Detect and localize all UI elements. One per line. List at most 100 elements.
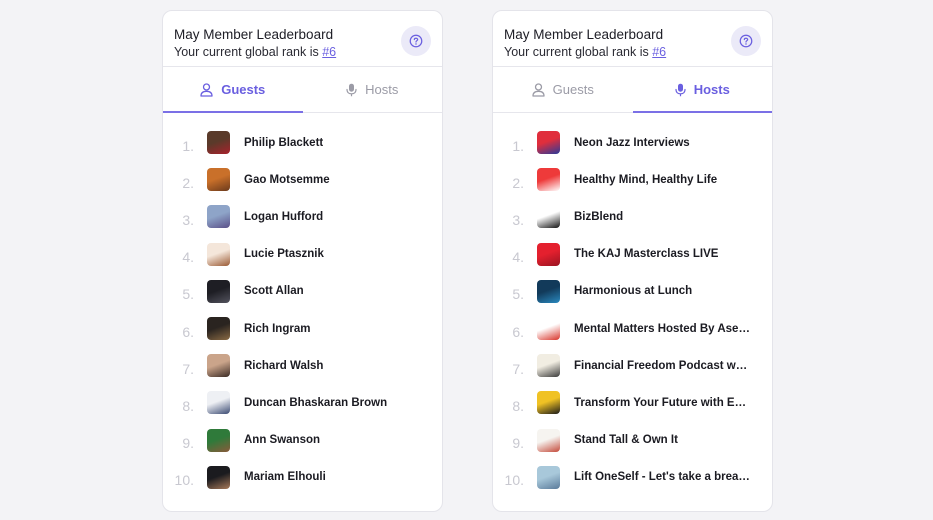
leaderboard-card-hosts: May Member Leaderboard Your current glob… xyxy=(492,10,773,512)
member-name: Neon Jazz Interviews xyxy=(574,136,690,149)
avatar xyxy=(207,168,230,192)
question-circle-icon xyxy=(409,34,423,48)
leaderboard-row[interactable]: 10. Lift OneSelf - Let's take a breath ..… xyxy=(493,459,772,496)
member-name: The KAJ Masterclass LIVE xyxy=(574,248,719,261)
member-name: Ann Swanson xyxy=(244,434,321,447)
tab-bar: Guests Hosts xyxy=(163,67,442,113)
rank-number: 5. xyxy=(512,286,524,303)
avatar xyxy=(207,465,230,489)
leaderboard-row[interactable]: 9. Ann Swanson xyxy=(163,422,442,459)
leaderboard-row[interactable]: 5. Scott Allan xyxy=(163,273,442,310)
help-button[interactable] xyxy=(731,26,761,56)
member-name: BizBlend xyxy=(574,210,624,223)
rank-number: 3. xyxy=(512,211,524,228)
member-name: Lift OneSelf - Let's take a breath ... xyxy=(574,471,750,484)
tab-bar: Guests Hosts xyxy=(493,67,772,113)
rank-number: 5. xyxy=(182,286,194,303)
rank-number: 2. xyxy=(512,174,524,191)
avatar xyxy=(537,317,560,341)
avatar xyxy=(207,131,230,155)
avatar xyxy=(537,391,560,415)
avatar xyxy=(207,391,230,415)
rank-number: 4. xyxy=(182,249,194,266)
rank-number: 8. xyxy=(182,397,194,414)
rank-number: 1. xyxy=(512,137,524,154)
member-name: Financial Freedom Podcast with ... xyxy=(574,359,750,372)
rank-link[interactable]: #6 xyxy=(652,45,666,59)
rank-number: 3. xyxy=(182,211,194,228)
leaderboard-row[interactable]: 7. Richard Walsh xyxy=(163,347,442,384)
tab-guests-label: Guests xyxy=(552,82,594,97)
avatar xyxy=(537,465,560,489)
member-name: Harmonious at Lunch xyxy=(574,285,693,298)
leaderboard-row[interactable]: 3. Logan Hufford xyxy=(163,198,442,235)
avatar xyxy=(537,168,560,192)
tab-guests-label: Guests xyxy=(221,82,266,97)
avatar xyxy=(537,131,560,155)
leaderboard-row[interactable]: 6. Rich Ingram xyxy=(163,310,442,347)
help-button[interactable] xyxy=(401,26,431,56)
rank-number: 6. xyxy=(512,323,524,340)
rank-subtitle-text: Your current global rank is xyxy=(174,45,323,59)
avatar xyxy=(207,354,230,378)
leaderboard-row[interactable]: 5. Harmonious at Lunch xyxy=(493,273,772,310)
avatar xyxy=(207,428,230,452)
user-icon xyxy=(200,82,213,97)
member-name: Stand Tall & Own It xyxy=(574,434,678,447)
leaderboard-row[interactable]: 4. Lucie Ptasznik xyxy=(163,236,442,273)
tab-hosts-label: Hosts xyxy=(365,82,399,97)
avatar xyxy=(207,317,230,341)
tab-guests[interactable]: Guests xyxy=(493,67,633,112)
tab-guests[interactable]: Guests xyxy=(163,67,303,113)
leaderboard-row[interactable]: 1. Philip Blackett xyxy=(163,124,442,161)
leaderboard-row[interactable]: 10. Mariam Elhouli xyxy=(163,459,442,496)
member-name: Healthy Mind, Healthy Life xyxy=(574,173,718,186)
leaderboard-row[interactable]: 3. BizBlend xyxy=(493,198,772,235)
tab-hosts[interactable]: Hosts xyxy=(303,67,443,112)
question-circle-icon xyxy=(739,34,753,48)
rank-subtitle-text: Your current global rank is xyxy=(504,45,653,59)
leaderboard-row[interactable]: 7. Financial Freedom Podcast with ... xyxy=(493,347,772,384)
user-icon xyxy=(532,82,545,97)
rank-number: 7. xyxy=(182,360,194,377)
leaderboard-row[interactable]: 1. Neon Jazz Interviews xyxy=(493,124,772,161)
member-name: Richard Walsh xyxy=(244,359,324,372)
leaderboard-card-guests: May Member Leaderboard Your current glob… xyxy=(162,10,443,512)
card-header: May Member Leaderboard Your current glob… xyxy=(493,11,772,67)
tab-hosts[interactable]: Hosts xyxy=(632,67,773,113)
avatar xyxy=(537,428,560,452)
leaderboard-row[interactable]: 2. Gao Motsemme xyxy=(163,161,442,198)
member-name: Philip Blackett xyxy=(244,136,324,149)
leaderboard-row[interactable]: 2. Healthy Mind, Healthy Life xyxy=(493,161,772,198)
rank-link[interactable]: #6 xyxy=(322,45,336,59)
avatar xyxy=(537,354,560,378)
microphone-icon xyxy=(346,83,357,97)
rank-number: 9. xyxy=(182,435,194,452)
card-header: May Member Leaderboard Your current glob… xyxy=(163,11,442,67)
avatar xyxy=(537,242,560,266)
member-name: Mariam Elhouli xyxy=(244,471,326,484)
rank-number: 4. xyxy=(512,249,524,266)
member-name: Duncan Bhaskaran Brown xyxy=(244,396,388,409)
leaderboard-row[interactable]: 9. Stand Tall & Own It xyxy=(493,422,772,459)
member-name: Mental Matters Hosted By Asekh... xyxy=(574,322,750,335)
tab-hosts-label: Hosts xyxy=(693,82,730,97)
microphone-icon xyxy=(675,83,686,97)
leaderboard-row[interactable]: 6. Mental Matters Hosted By Asekh... xyxy=(493,310,772,347)
rank-number: 2. xyxy=(182,174,194,191)
avatar xyxy=(207,205,230,229)
rank-number: 7. xyxy=(512,360,524,377)
avatar xyxy=(207,279,230,303)
member-name: Lucie Ptasznik xyxy=(244,248,324,261)
member-name: Transform Your Future with Eddi... xyxy=(574,396,750,409)
member-name: Scott Allan xyxy=(244,285,304,298)
rank-number: 1. xyxy=(182,137,194,154)
leaderboard-list: 1. Philip Blackett 2. Gao Motsemme 3. Logan H… xyxy=(163,113,442,496)
member-name: Logan Hufford xyxy=(244,210,324,223)
avatar xyxy=(207,242,230,266)
leaderboard-list: 1. Neon Jazz Interviews 2. Healthy Mind, He… xyxy=(493,113,772,496)
leaderboard-row[interactable]: 8. Transform Your Future with Eddi... xyxy=(493,384,772,421)
avatar xyxy=(537,279,560,303)
leaderboard-row[interactable]: 4. The KAJ Masterclass LIVE xyxy=(493,236,772,273)
leaderboard-row[interactable]: 8. Duncan Bhaskaran Brown xyxy=(163,384,442,421)
